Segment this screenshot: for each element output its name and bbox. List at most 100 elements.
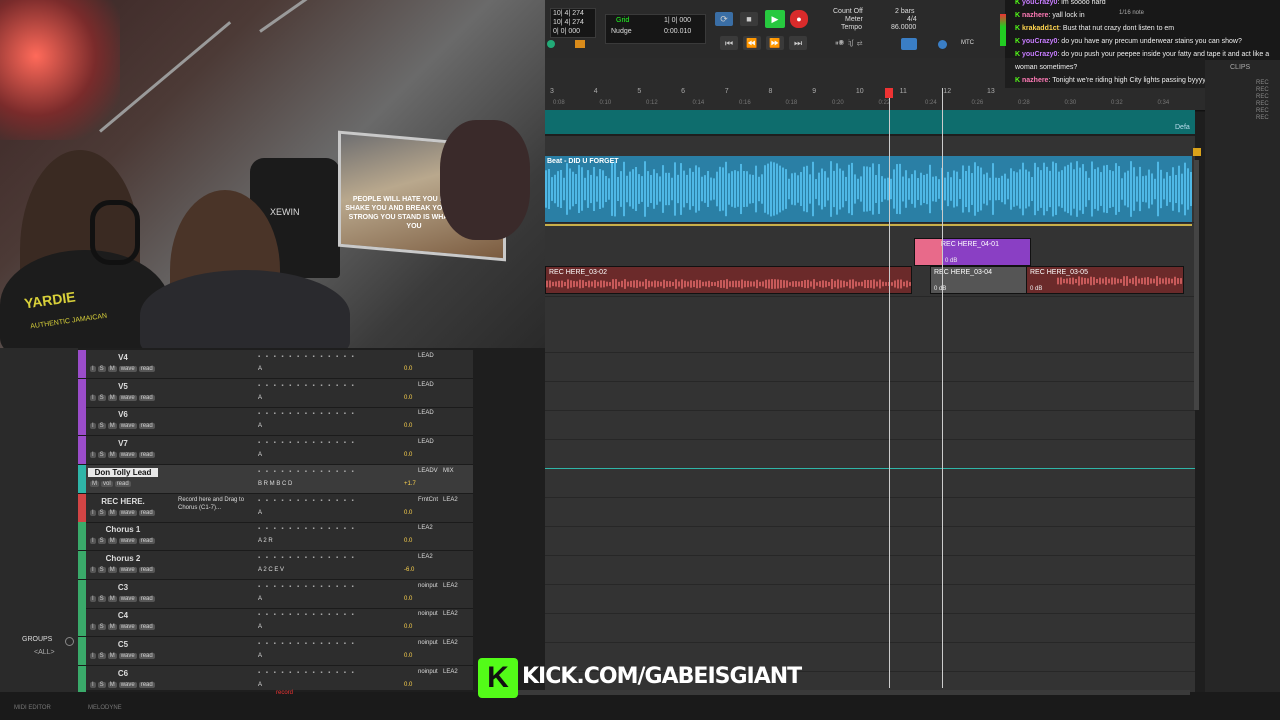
track-btn[interactable]: wave xyxy=(118,566,137,573)
track-name[interactable]: V4 xyxy=(88,353,158,362)
track-name[interactable]: V6 xyxy=(88,410,158,419)
track-output[interactable]: MIX xyxy=(443,468,454,474)
track-buttons[interactable]: I S Mwave read xyxy=(90,394,157,401)
insert-slots[interactable]: ▪ ▪ ▪ ▪ ▪ ▪ ▪ ▪ ▪ ▪ ▪ ▪ ▪ xyxy=(258,469,356,475)
track-btn[interactable]: read xyxy=(138,366,155,372)
track-io[interactable]: FrntCnt xyxy=(418,497,438,503)
track-row[interactable]: Chorus 2 I S Mwave read ▪ ▪ ▪ ▪ ▪ ▪ ▪ ▪ ▪ ▪ ▪… xyxy=(78,550,473,580)
track-row[interactable]: V5 I S Mwave read ▪ ▪ ▪ ▪ ▪ ▪ ▪ ▪ ▪ ▪ ▪ ▪ ▪ A L… xyxy=(78,378,473,408)
insert-slots[interactable]: ▪ ▪ ▪ ▪ ▪ ▪ ▪ ▪ ▪ ▪ ▪ ▪ ▪ xyxy=(258,641,356,647)
rewind-button[interactable]: ⏪ xyxy=(743,36,761,50)
track-buttons[interactable]: I S Mwave read xyxy=(90,509,157,516)
track-btn[interactable]: M xyxy=(107,595,117,602)
track-row[interactable]: REC HERE. I S Mwave read ▪ ▪ ▪ ▪ ▪ ▪ ▪ ▪ ▪ ▪ … xyxy=(78,493,473,523)
stop-button[interactable]: ■ xyxy=(740,12,758,26)
insert-slots[interactable]: ▪ ▪ ▪ ▪ ▪ ▪ ▪ ▪ ▪ ▪ ▪ ▪ ▪ xyxy=(258,440,356,446)
track-buttons[interactable]: I S Mwave read xyxy=(90,624,157,631)
track-btn[interactable]: M xyxy=(107,394,117,401)
track-volume[interactable]: 0.0 xyxy=(404,596,412,602)
chat-username[interactable]: youCrazy0 xyxy=(1022,51,1057,58)
meter-value[interactable]: 4/4 xyxy=(907,16,917,23)
track-output[interactable]: LEA2 xyxy=(443,497,458,503)
mtc-label[interactable]: MTC xyxy=(961,40,974,46)
track-volume[interactable]: 0.0 xyxy=(404,395,412,401)
sync-icon[interactable] xyxy=(901,38,917,50)
track-output[interactable]: LEA2 xyxy=(443,640,458,646)
insert-slots[interactable]: ▪ ▪ ▪ ▪ ▪ ▪ ▪ ▪ ▪ ▪ ▪ ▪ ▪ xyxy=(258,411,356,417)
track-btn[interactable]: S xyxy=(97,452,106,459)
insert-slots[interactable]: ▪ ▪ ▪ ▪ ▪ ▪ ▪ ▪ ▪ ▪ ▪ ▪ ▪ xyxy=(258,383,356,389)
marker-label[interactable]: Defa xyxy=(1175,124,1190,131)
track-row[interactable]: Don Tolly Lead Mvol read ▪ ▪ ▪ ▪ ▪ ▪ ▪ ▪ ▪ … xyxy=(78,464,473,494)
insert-slots[interactable]: ▪ ▪ ▪ ▪ ▪ ▪ ▪ ▪ ▪ ▪ ▪ ▪ ▪ xyxy=(258,526,356,532)
track-io[interactable]: LEAD xyxy=(418,353,434,359)
track-volume[interactable]: 0.0 xyxy=(404,624,412,630)
track-row[interactable]: C3 I S Mwave read ▪ ▪ ▪ ▪ ▪ ▪ ▪ ▪ ▪ ▪ ▪ ▪ ▪ An… xyxy=(78,579,473,609)
chat-username[interactable]: nazhere xyxy=(1022,77,1048,84)
track-btn[interactable]: S xyxy=(97,566,106,573)
track-btn[interactable]: vol xyxy=(101,480,113,487)
track-io[interactable]: LEAD xyxy=(418,410,434,416)
fast-forward-button[interactable]: ⏩ xyxy=(766,36,784,50)
track-output[interactable]: LEA2 xyxy=(443,669,458,675)
track-row[interactable]: C5 I S Mwave read ▪ ▪ ▪ ▪ ▪ ▪ ▪ ▪ ▪ ▪ ▪ ▪ ▪ An… xyxy=(78,637,473,666)
groups-menu-icon[interactable] xyxy=(65,637,74,646)
track-btn[interactable]: read xyxy=(114,480,131,487)
online-icon[interactable] xyxy=(938,40,947,49)
note-value[interactable]: 1/16 note xyxy=(1119,10,1144,16)
chat-username[interactable]: nazhere xyxy=(1022,12,1048,19)
track-btn[interactable]: M xyxy=(107,509,117,516)
track-volume[interactable]: 0.0 xyxy=(404,510,412,516)
rtz-button[interactable]: ⏮ xyxy=(720,36,738,50)
send-slots[interactable]: A xyxy=(258,653,262,659)
track-io[interactable]: noinput xyxy=(418,640,438,646)
track-volume[interactable]: +1.7 xyxy=(404,481,416,487)
track-btn[interactable]: read xyxy=(138,423,155,430)
tempo-value[interactable]: 86.0000 xyxy=(891,24,916,31)
nudge-label[interactable]: Nudge xyxy=(611,28,632,35)
track-btn[interactable]: S xyxy=(97,394,106,401)
track-btn[interactable]: M xyxy=(107,538,117,545)
insert-slots[interactable]: ▪ ▪ ▪ ▪ ▪ ▪ ▪ ▪ ▪ ▪ ▪ ▪ ▪ xyxy=(258,555,356,561)
send-slots[interactable]: B R M B C D xyxy=(258,481,292,487)
track-row[interactable]: C4 I S Mwave read ▪ ▪ ▪ ▪ ▪ ▪ ▪ ▪ ▪ ▪ ▪ ▪ ▪ An… xyxy=(78,608,473,638)
send-slots[interactable]: A xyxy=(258,596,262,602)
send-slots[interactable]: A 2 C E V xyxy=(258,567,284,573)
track-btn[interactable]: read xyxy=(138,681,155,688)
track-btn[interactable]: read xyxy=(138,394,155,401)
track-output[interactable]: LEA2 xyxy=(443,583,458,589)
track-buttons[interactable]: I S Mwave read xyxy=(90,538,157,545)
track-volume[interactable]: 0.0 xyxy=(404,682,412,688)
track-btn[interactable]: wave xyxy=(118,624,137,631)
track-buttons[interactable]: I S Mwave read xyxy=(90,595,157,602)
track-btn[interactable]: I xyxy=(90,452,96,459)
track-btn[interactable]: S xyxy=(97,423,106,430)
tab-midi-editor[interactable]: MIDI EDITOR xyxy=(14,705,51,711)
track-volume[interactable]: -6.0 xyxy=(404,567,414,573)
track-btn[interactable]: I xyxy=(90,566,96,573)
track-io[interactable]: LEAD xyxy=(418,382,434,388)
track-btn[interactable]: wave xyxy=(118,452,137,459)
track-buttons[interactable]: I S Mwave read xyxy=(90,423,157,430)
chat-username[interactable]: youCrazy0 xyxy=(1022,0,1057,6)
play-button[interactable]: ▶ xyxy=(765,10,785,28)
track-btn[interactable]: I xyxy=(90,538,96,545)
track-io[interactable]: noinput xyxy=(418,611,438,617)
track-btn[interactable]: read xyxy=(138,509,155,516)
record-button[interactable]: ● xyxy=(790,10,808,28)
track-btn[interactable]: read xyxy=(138,452,155,459)
loop-icon[interactable]: ⟳ xyxy=(715,12,733,26)
track-volume[interactable]: 0.0 xyxy=(404,452,412,458)
track-name[interactable]: C4 xyxy=(88,611,158,620)
track-buttons[interactable]: I S Mwave read xyxy=(90,653,157,659)
beat-clip[interactable] xyxy=(545,156,1192,222)
track-btn[interactable]: I xyxy=(90,595,96,602)
insert-slots[interactable]: ▪ ▪ ▪ ▪ ▪ ▪ ▪ ▪ ▪ ▪ ▪ ▪ ▪ xyxy=(258,612,356,618)
track-btn[interactable]: S xyxy=(97,509,106,516)
count-off-label[interactable]: Count Off xyxy=(833,8,863,15)
clips-list-item[interactable]: REC xyxy=(1256,101,1269,107)
main-counter[interactable]: 10| 4| 274 10| 4| 274 0| 0| 000 xyxy=(550,8,596,38)
clip-rec-03-05[interactable]: REC HERE_03-05 0 dB xyxy=(1026,266,1184,294)
insert-slots[interactable]: ▪ ▪ ▪ ▪ ▪ ▪ ▪ ▪ ▪ ▪ ▪ ▪ ▪ xyxy=(258,670,356,676)
track-btn[interactable]: S xyxy=(97,538,106,545)
